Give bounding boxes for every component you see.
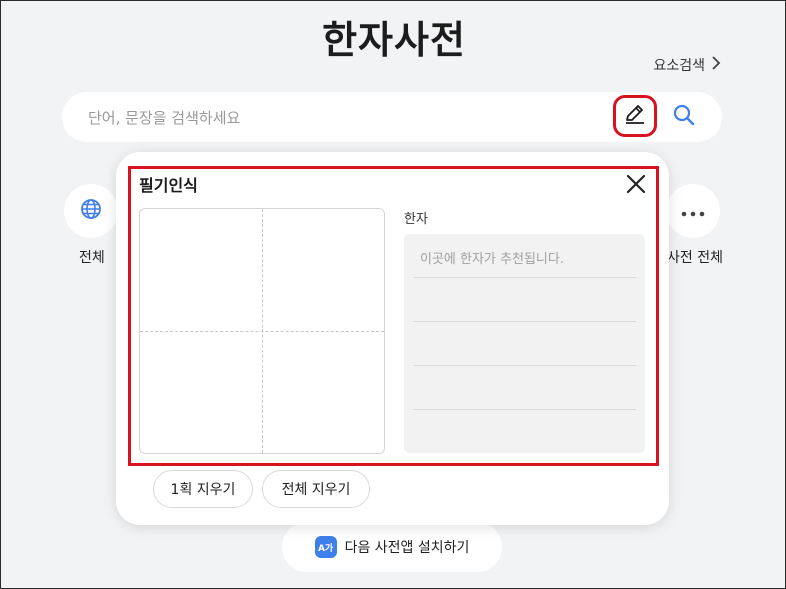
hanja-suggestions: 이곳에 한자가 추천됩니다.: [404, 234, 645, 453]
suggestion-divider: [413, 365, 636, 366]
dictionary-app-icon: A가: [314, 536, 337, 558]
hanja-placeholder: 이곳에 한자가 추천됩니다.: [420, 252, 564, 267]
suggestion-divider: [413, 277, 636, 278]
erase-one-stroke-button[interactable]: 1획 지우기: [153, 470, 253, 508]
category-all-dictionaries-label: 사전 전체: [667, 250, 723, 266]
pen-icon: [623, 102, 647, 130]
element-search-link[interactable]: 요소검색: [653, 55, 721, 75]
category-all-label: 전체: [79, 250, 105, 266]
handwriting-button[interactable]: [613, 95, 657, 137]
suggestion-divider: [413, 321, 636, 322]
search-icon: [672, 103, 696, 131]
category-all-dictionaries-button[interactable]: [666, 184, 720, 238]
hanja-label: 한자: [404, 212, 428, 227]
element-search-label: 요소검색: [653, 58, 705, 74]
app-install-label: 다음 사전앱 설치하기: [344, 540, 470, 556]
drawing-canvas[interactable]: [139, 208, 385, 454]
erase-all-button[interactable]: 전체 지우기: [262, 470, 370, 508]
close-button[interactable]: [623, 171, 649, 197]
handwriting-panel: 필기인식 한자 이곳에 한자가 추천됩니다. 1획 지우기 전체 지우기: [116, 152, 669, 525]
search-button[interactable]: [668, 101, 700, 133]
more-dots-icon: [681, 202, 705, 221]
close-icon: [623, 174, 649, 201]
globe-icon: [80, 198, 102, 224]
search-bar: [62, 92, 722, 144]
suggestion-divider: [413, 409, 636, 410]
category-all-button[interactable]: [64, 184, 118, 238]
canvas-guide-horizontal: [140, 331, 384, 332]
chevron-right-icon: [711, 56, 721, 74]
search-input[interactable]: [86, 92, 610, 144]
app-install-button[interactable]: A가 다음 사전앱 설치하기: [282, 522, 502, 572]
handwriting-title: 필기인식: [139, 176, 198, 195]
